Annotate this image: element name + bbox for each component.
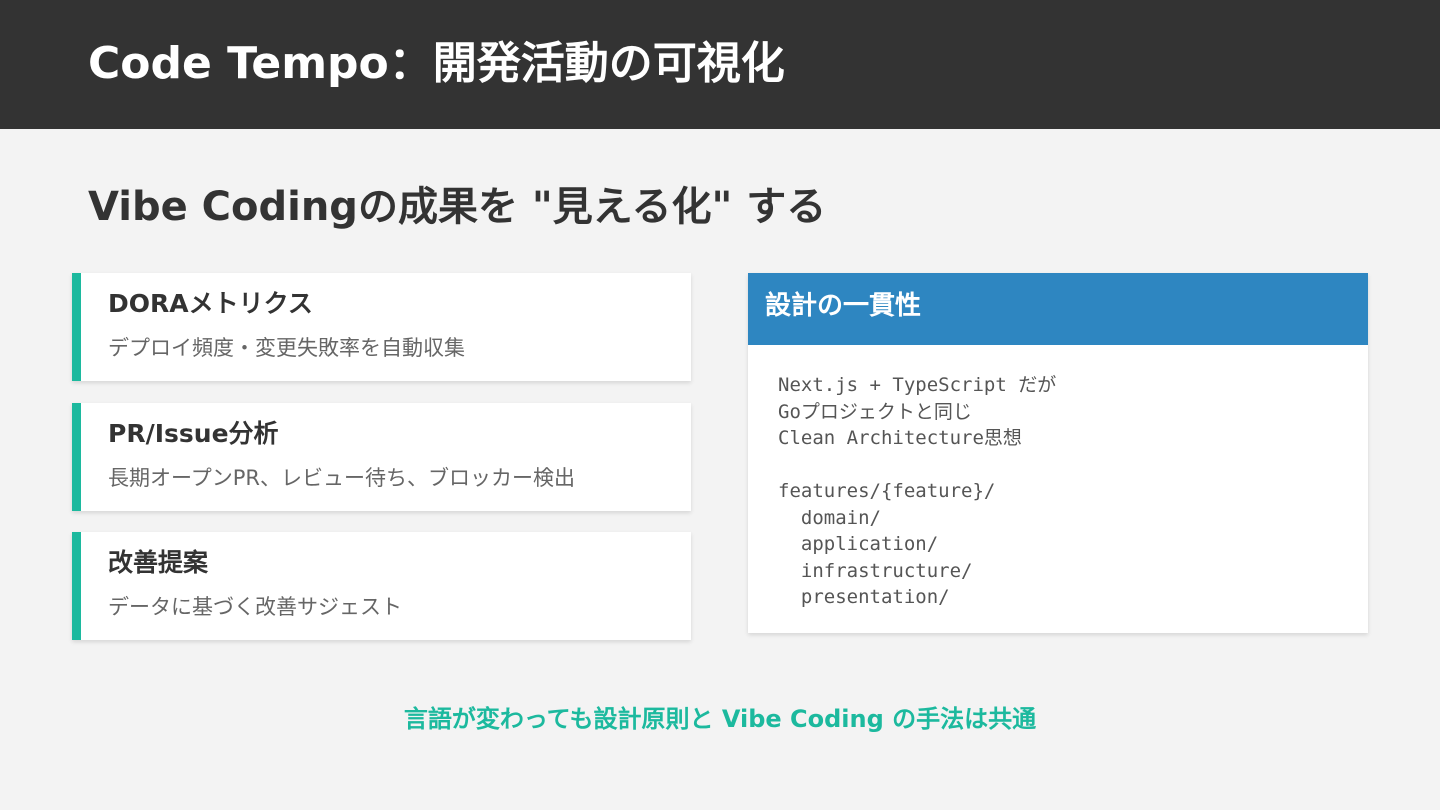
feature-card-pr-issue: PR/Issue分析 長期オープンPR、レビュー待ち、ブロッカー検出 [72,403,691,511]
card-title: PR/Issue分析 [108,419,279,448]
card-description: デプロイ頻度・変更失敗率を自動収集 [108,336,465,360]
code-block: Next.js + TypeScript だが Goプロジェクトと同じ Clea… [778,372,1056,611]
card-accent-bar [72,273,81,381]
card-description: データに基づく改善サジェスト [108,595,402,619]
code-line: domain/ [778,506,881,529]
feature-card-dora: DORAメトリクス デプロイ頻度・変更失敗率を自動収集 [72,273,691,381]
page-title: Code Tempo：開発活動の可視化 [88,38,785,89]
section-subtitle: Vibe Codingの成果を "見える化" する [88,184,827,230]
code-line: application/ [778,533,939,555]
code-line: infrastructure/ [778,559,973,582]
code-line: features/{feature}/ [778,480,996,502]
design-consistency-panel: 設計の一貫性 Next.js + TypeScript だが Goプロジェクトと… [748,273,1368,633]
code-line: Goプロジェクトと同じ [778,400,972,423]
card-accent-bar [72,403,81,511]
card-title: DORAメトリクス [108,289,313,318]
footer-note: 言語が変わっても設計原則と Vibe Coding の手法は共通 [403,705,1037,733]
code-line: Next.js + TypeScript だが [778,374,1057,396]
card-title: 改善提案 [108,548,209,577]
card-accent-bar [72,532,81,640]
code-line: presentation/ [778,586,950,608]
panel-header: 設計の一貫性 [748,273,1368,345]
header-bar: Code Tempo：開発活動の可視化 [0,0,1440,129]
card-description: 長期オープンPR、レビュー待ち、ブロッカー検出 [108,466,575,490]
panel-title: 設計の一貫性 [765,291,922,321]
feature-card-improvement: 改善提案 データに基づく改善サジェスト [72,532,691,640]
code-line: Clean Architecture思想 [778,427,1022,449]
